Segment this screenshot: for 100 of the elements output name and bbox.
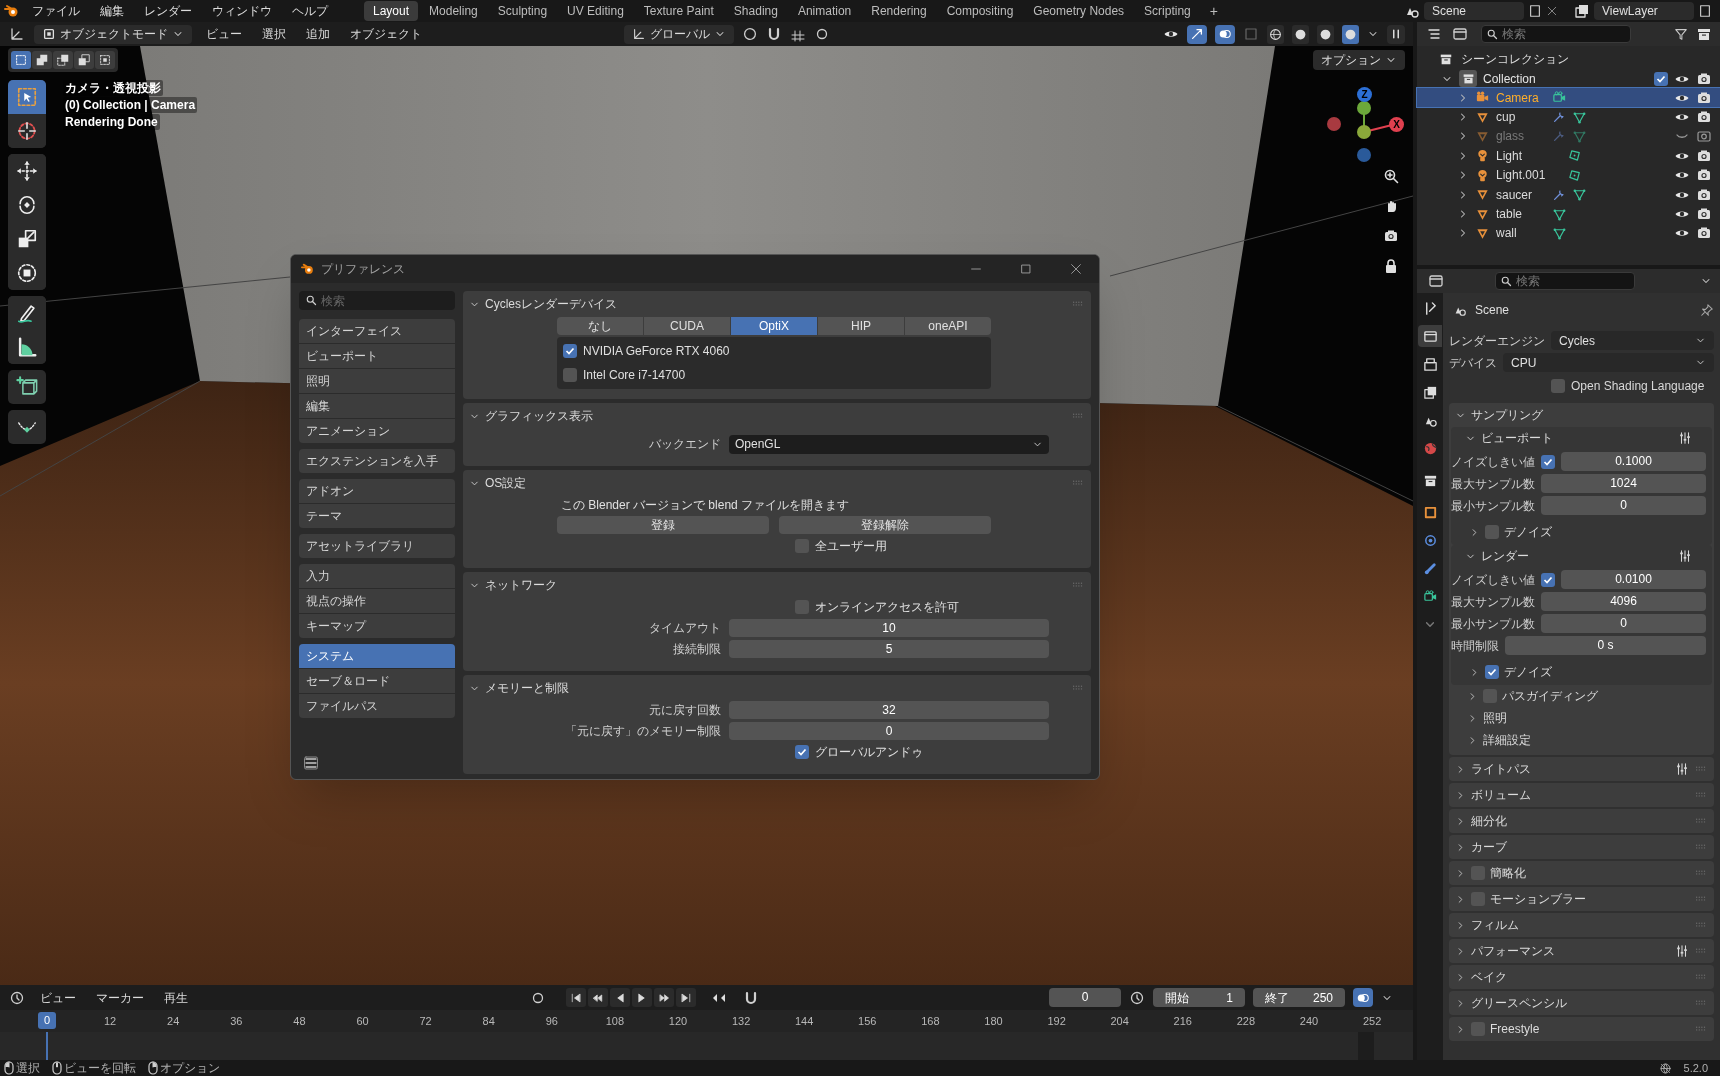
preferences-category[interactable]: セーブ＆ロード — [299, 669, 455, 693]
orientation-dropdown[interactable]: グローバル — [624, 24, 734, 44]
frame-range-field[interactable]: 終了 250 — [1253, 988, 1345, 1007]
mode-dropdown[interactable]: オブジェクトモード — [34, 24, 192, 44]
exclude-checkbox[interactable] — [1654, 71, 1668, 86]
tree-row[interactable]: Light — [1417, 146, 1720, 166]
device-dropdown[interactable]: CPU — [1503, 353, 1714, 372]
tree-item[interactable]: シーンコレクション — [1461, 50, 1569, 68]
object-name[interactable]: cup — [1496, 108, 1546, 127]
number-field[interactable]: 10 — [729, 619, 1049, 637]
view-layer-field[interactable]: ViewLayer — [1594, 2, 1694, 20]
workspace-tab[interactable]: UV Editing — [558, 1, 633, 21]
tree-row[interactable]: glass — [1417, 126, 1720, 147]
pivot-icon[interactable] — [742, 26, 758, 42]
workspace-tab[interactable]: Geometry Nodes — [1024, 1, 1134, 21]
object-name[interactable]: Camera — [1496, 88, 1546, 107]
menu-item[interactable]: ファイル — [24, 2, 88, 20]
backend-option[interactable]: oneAPI — [905, 317, 991, 335]
playback-button[interactable] — [676, 988, 696, 1007]
tree-item[interactable]: Collection — [1483, 69, 1536, 88]
view-layer-icon[interactable] — [1574, 3, 1590, 19]
maximize-icon[interactable] — [1019, 262, 1033, 276]
copy-icon[interactable] — [1528, 4, 1542, 18]
panel-header[interactable]: レンダー — [1451, 545, 1712, 567]
panel-header[interactable]: サンプリング — [1449, 403, 1714, 427]
preferences-category[interactable]: アセットライブラリ — [299, 534, 455, 558]
backend-option[interactable]: CUDA — [644, 317, 730, 335]
number-field[interactable]: 0 — [1541, 496, 1706, 515]
wrench-icon[interactable] — [1552, 187, 1566, 202]
wrench-icon[interactable] — [1552, 110, 1566, 125]
filter-icon[interactable] — [1451, 26, 1469, 42]
object-name[interactable]: wall — [1496, 224, 1546, 243]
number-field[interactable]: 0 — [1541, 614, 1706, 633]
select-mode-button[interactable] — [53, 51, 73, 69]
preferences-category[interactable]: アドオン — [299, 479, 455, 503]
search-field[interactable]: 検索 — [299, 291, 455, 310]
menu-item[interactable]: ビュー — [200, 25, 248, 43]
workspace-tab[interactable]: Shading — [724, 1, 787, 21]
object-name[interactable]: table — [1496, 205, 1546, 224]
backend-option[interactable]: OptiX — [731, 317, 817, 335]
workspace-tab[interactable]: Scripting — [1135, 1, 1200, 21]
device-checkbox[interactable]: Intel Core i7-14700 — [563, 367, 985, 383]
number-field[interactable]: 1024 — [1541, 474, 1706, 493]
properties-tab[interactable] — [1418, 325, 1442, 347]
proportional-icon[interactable] — [814, 26, 830, 42]
action-button[interactable]: 登録 — [557, 516, 769, 534]
blender-logo-icon[interactable] — [4, 3, 20, 19]
object-name[interactable]: glass — [1496, 127, 1546, 146]
panel-header[interactable]: Freestyle — [1449, 1017, 1714, 1041]
tree-row[interactable]: Camera — [1417, 88, 1720, 108]
new-collection-icon[interactable] — [1696, 26, 1712, 42]
preferences-category[interactable]: キーマップ — [299, 614, 455, 638]
shading-button[interactable] — [1317, 24, 1334, 44]
number-field[interactable]: 0 s — [1505, 636, 1706, 655]
menu-item[interactable]: 追加 — [300, 25, 336, 43]
lock-icon[interactable] — [1383, 258, 1399, 274]
panel-header[interactable]: ベイク — [1449, 965, 1714, 989]
shading-button[interactable] — [1292, 24, 1309, 44]
panel-header[interactable]: 簡略化 — [1449, 861, 1714, 885]
options-dropdown[interactable]: オプション — [1313, 50, 1405, 70]
select-mode-button[interactable] — [95, 51, 115, 69]
preferences-category[interactable]: ファイルパス — [299, 694, 455, 718]
panel-header[interactable]: グラフィックス表示 — [463, 403, 1091, 429]
sync-button[interactable] — [1353, 988, 1373, 1007]
checkbox[interactable] — [1485, 525, 1499, 539]
workspace-tab[interactable]: Animation — [788, 1, 861, 21]
panel-header[interactable]: ネットワーク — [463, 572, 1091, 598]
preferences-category[interactable]: 照明 — [299, 369, 455, 393]
number-field[interactable]: 4096 — [1541, 592, 1706, 611]
workspace-tab[interactable]: Texture Paint — [634, 1, 723, 21]
menu-item[interactable]: ヘルプ — [284, 2, 336, 20]
panel-header[interactable]: 細分化 — [1449, 809, 1714, 833]
camera-icon[interactable] — [1383, 228, 1399, 244]
preferences-category[interactable]: エクステンションを入手 — [299, 449, 455, 473]
menu-item[interactable]: マーカー — [90, 988, 150, 1007]
panel-header[interactable]: メモリーと制限 — [463, 675, 1091, 701]
device-checkbox[interactable]: NVIDIA GeForce RTX 4060 — [563, 343, 985, 359]
checkbox[interactable] — [1541, 454, 1555, 469]
playback-button[interactable] — [632, 988, 652, 1007]
checkbox-option[interactable]: オンラインアクセスを許可 — [795, 598, 1091, 616]
preferences-category[interactable]: 入力 — [299, 564, 455, 588]
copy-icon[interactable] — [1698, 4, 1712, 18]
workspace-tab[interactable]: Compositing — [937, 1, 1023, 21]
workspace-tab[interactable]: Rendering — [862, 1, 936, 21]
clock-editor-icon[interactable] — [8, 989, 26, 1006]
number-field[interactable]: 32 — [729, 701, 1049, 719]
current-frame-field[interactable]: 0 — [1049, 988, 1121, 1007]
select-mode-button[interactable] — [11, 51, 31, 69]
tree-row[interactable]: table — [1417, 204, 1720, 224]
menu-item[interactable]: 編集 — [92, 2, 132, 20]
add-workspace-button[interactable]: + — [1201, 0, 1226, 22]
scene-field[interactable]: Scene — [1424, 2, 1524, 20]
menu-item[interactable]: 選択 — [256, 25, 292, 43]
playhead[interactable]: 0 — [38, 1012, 56, 1029]
stopwatch-icon[interactable] — [1129, 989, 1145, 1006]
action-button[interactable]: 登録解除 — [779, 516, 991, 534]
menu-item[interactable]: ウィンドウ — [204, 2, 280, 20]
object-name[interactable]: Light.001 — [1496, 166, 1546, 185]
pin-icon[interactable] — [1700, 303, 1714, 317]
close-icon[interactable] — [1546, 5, 1558, 17]
